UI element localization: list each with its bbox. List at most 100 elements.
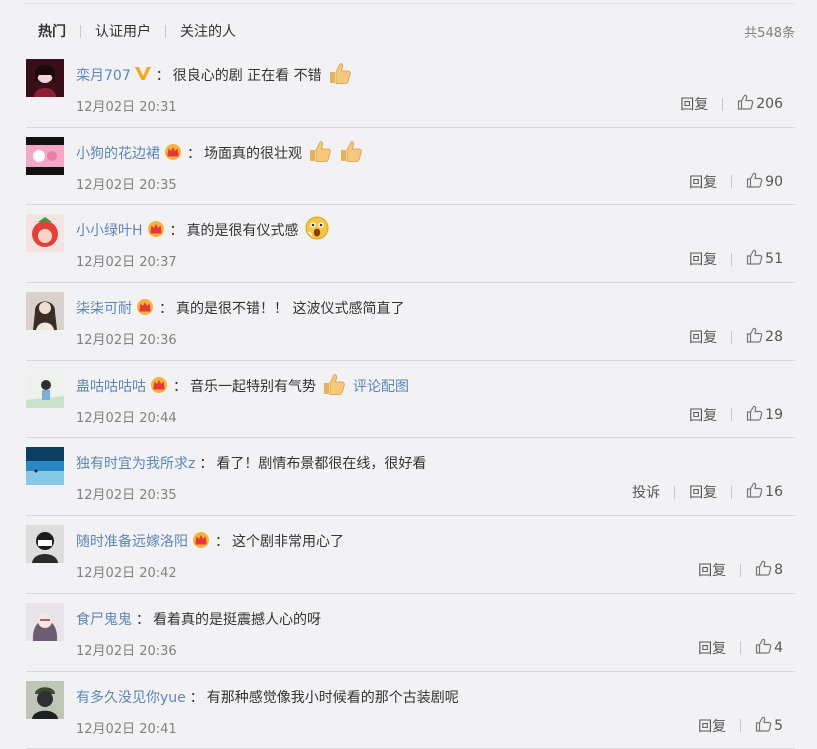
username-link[interactable]: 有多久没见你yue bbox=[76, 687, 186, 707]
username-link[interactable]: 小狗的花边裙 bbox=[76, 143, 160, 163]
comment-text: 有那种感觉像我小时候看的那个古装剧呢 bbox=[206, 689, 459, 706]
like-count: 4 bbox=[774, 639, 783, 656]
avatar[interactable] bbox=[26, 525, 64, 564]
like-button[interactable]: 16 bbox=[746, 482, 783, 502]
username-link[interactable]: 随时准备远嫁洛阳 bbox=[76, 531, 188, 551]
thumbs-up-icon bbox=[755, 638, 774, 658]
comment-actions: 回复 8 bbox=[698, 560, 783, 580]
avatar[interactable] bbox=[26, 369, 64, 408]
tab-hot[interactable]: 热门 bbox=[38, 21, 66, 41]
thumbs-up-icon bbox=[737, 94, 756, 114]
username-link[interactable]: 柒柒可耐 bbox=[76, 298, 132, 318]
avatar[interactable] bbox=[26, 680, 64, 719]
comment-text: 这个剧非常用心了 bbox=[232, 534, 344, 551]
comment-content: 小小绿叶H ：真的是很有仪式感 bbox=[76, 216, 330, 242]
action-divider bbox=[731, 485, 733, 499]
comment-item: 小狗的花边裙 ：场面真的很壮观 12月02日 20:35 回复 90 bbox=[26, 128, 795, 206]
like-button[interactable]: 28 bbox=[746, 327, 783, 347]
like-count: 19 bbox=[765, 406, 783, 423]
reply-button[interactable]: 回复 bbox=[698, 638, 726, 658]
like-button[interactable]: 51 bbox=[746, 249, 783, 269]
thumbs-up-icon bbox=[746, 405, 765, 425]
like-button[interactable]: 90 bbox=[746, 172, 783, 192]
comment-content: 随时准备远嫁洛阳 ：这个剧非常用心了 bbox=[76, 529, 344, 553]
action-divider bbox=[731, 330, 733, 344]
username-link[interactable]: 小小绿叶H bbox=[76, 220, 143, 240]
comment-actions: 回复 206 bbox=[680, 94, 783, 114]
comment-time: 12月02日 20:42 bbox=[76, 566, 177, 582]
tab-following[interactable]: 关注的人 bbox=[180, 21, 236, 41]
reply-button[interactable]: 回复 bbox=[689, 327, 717, 347]
like-button[interactable]: 19 bbox=[746, 405, 783, 425]
avatar[interactable] bbox=[26, 214, 64, 253]
like-button[interactable]: 5 bbox=[755, 716, 783, 736]
comment-list: 栾月707：很良心的剧 正在看 不错 12月02日 20:31 回复 206 小… bbox=[26, 50, 795, 749]
avatar[interactable] bbox=[26, 602, 64, 641]
comment-content: 小狗的花边裙 ：场面真的很壮观 bbox=[76, 141, 364, 165]
like-button[interactable]: 206 bbox=[737, 94, 783, 114]
like-count: 51 bbox=[765, 251, 783, 268]
comment-time: 12月02日 20:35 bbox=[76, 488, 177, 504]
comment-content: 蛊咕咕咕咕 ：音乐一起特别有气势 评论配图 bbox=[76, 374, 409, 398]
report-button[interactable]: 投诉 bbox=[632, 482, 660, 502]
comment-item: 独有时宜为我所求z：看了！剧情布景都很在线，很好看 12月02日 20:35 投… bbox=[26, 438, 795, 517]
reply-button[interactable]: 回复 bbox=[698, 560, 726, 580]
action-divider bbox=[731, 408, 733, 422]
username-link[interactable]: 食尸鬼鬼 bbox=[76, 609, 132, 629]
comment-time: 12月02日 20:35 bbox=[76, 177, 177, 193]
action-divider bbox=[740, 563, 742, 577]
reply-button[interactable]: 回复 bbox=[680, 94, 708, 114]
comment-actions: 回复 4 bbox=[698, 638, 783, 658]
comment-content: 栾月707 ：很良心的剧 正在看 不错 bbox=[76, 63, 353, 87]
colon-separator: ： bbox=[169, 223, 184, 240]
comment-actions: 回复 19 bbox=[689, 405, 783, 425]
colon-separator: ： bbox=[189, 689, 204, 706]
reply-button[interactable]: 回复 bbox=[689, 482, 717, 502]
colon-separator: ： bbox=[159, 301, 173, 318]
reply-button[interactable]: 回复 bbox=[698, 716, 726, 736]
action-divider bbox=[740, 641, 742, 655]
thumbs-up-icon bbox=[746, 249, 765, 269]
comment-item: 栾月707 ：很良心的剧 正在看 不错 12月02日 20:31 回复 206 bbox=[26, 50, 795, 128]
tab-divider bbox=[80, 24, 81, 38]
like-count: 90 bbox=[765, 173, 783, 190]
comment-time: 12月02日 20:31 bbox=[76, 100, 177, 115]
crown-icon bbox=[149, 375, 169, 397]
username-link[interactable]: 独有时宜为我所求z bbox=[76, 453, 195, 473]
avatar[interactable] bbox=[26, 292, 64, 331]
thumbs-up-emoji bbox=[327, 61, 353, 89]
comment-text: 真的是很有仪式感 bbox=[186, 223, 299, 240]
crown-icon bbox=[146, 219, 166, 241]
username-link[interactable]: 蛊咕咕咕咕 bbox=[76, 376, 146, 396]
comment-item: 柒柒可耐 ：真的是很不错！！ 这波仪式感简直了 12月02日 20:36 回复 2… bbox=[26, 283, 795, 361]
like-button[interactable]: 8 bbox=[755, 560, 783, 580]
comment-item: 蛊咕咕咕咕 ：音乐一起特别有气势 评论配图 12月02日 20:44 回复 19 bbox=[26, 361, 795, 439]
comment-count: 共548条 bbox=[744, 26, 795, 41]
comment-image-link[interactable]: 评论配图 bbox=[353, 376, 409, 396]
comment-content: 柒柒可耐 ：真的是很不错！！ 这波仪式感简直了 bbox=[76, 296, 404, 320]
comment-time: 12月02日 20:36 bbox=[76, 643, 177, 659]
like-count: 28 bbox=[765, 329, 783, 346]
thumbs-up-icon bbox=[746, 327, 765, 347]
top-divider bbox=[25, 3, 795, 4]
colon-separator: ： bbox=[187, 145, 201, 162]
reply-button[interactable]: 回复 bbox=[689, 405, 717, 425]
username-link[interactable]: 栾月707 bbox=[76, 65, 131, 85]
reply-button[interactable]: 回复 bbox=[689, 172, 717, 192]
action-divider bbox=[731, 252, 733, 266]
like-count: 8 bbox=[774, 562, 783, 579]
colon-separator: ： bbox=[136, 611, 150, 628]
comment-text: 真的是很不错！！ 这波仪式感简直了 bbox=[176, 301, 405, 318]
avatar[interactable] bbox=[26, 136, 64, 175]
thumbs-up-emoji bbox=[338, 139, 364, 167]
like-button[interactable]: 4 bbox=[755, 638, 783, 658]
reply-button[interactable]: 回复 bbox=[689, 249, 717, 269]
avatar[interactable] bbox=[26, 447, 64, 486]
tab-verified-users[interactable]: 认证用户 bbox=[95, 21, 151, 41]
avatar[interactable] bbox=[26, 59, 64, 97]
action-divider bbox=[740, 719, 742, 732]
tab-divider bbox=[165, 24, 166, 38]
like-count: 16 bbox=[765, 484, 783, 501]
comment-actions: 投诉 回复 16 bbox=[632, 482, 783, 502]
comment-actions: 回复 28 bbox=[689, 327, 783, 347]
